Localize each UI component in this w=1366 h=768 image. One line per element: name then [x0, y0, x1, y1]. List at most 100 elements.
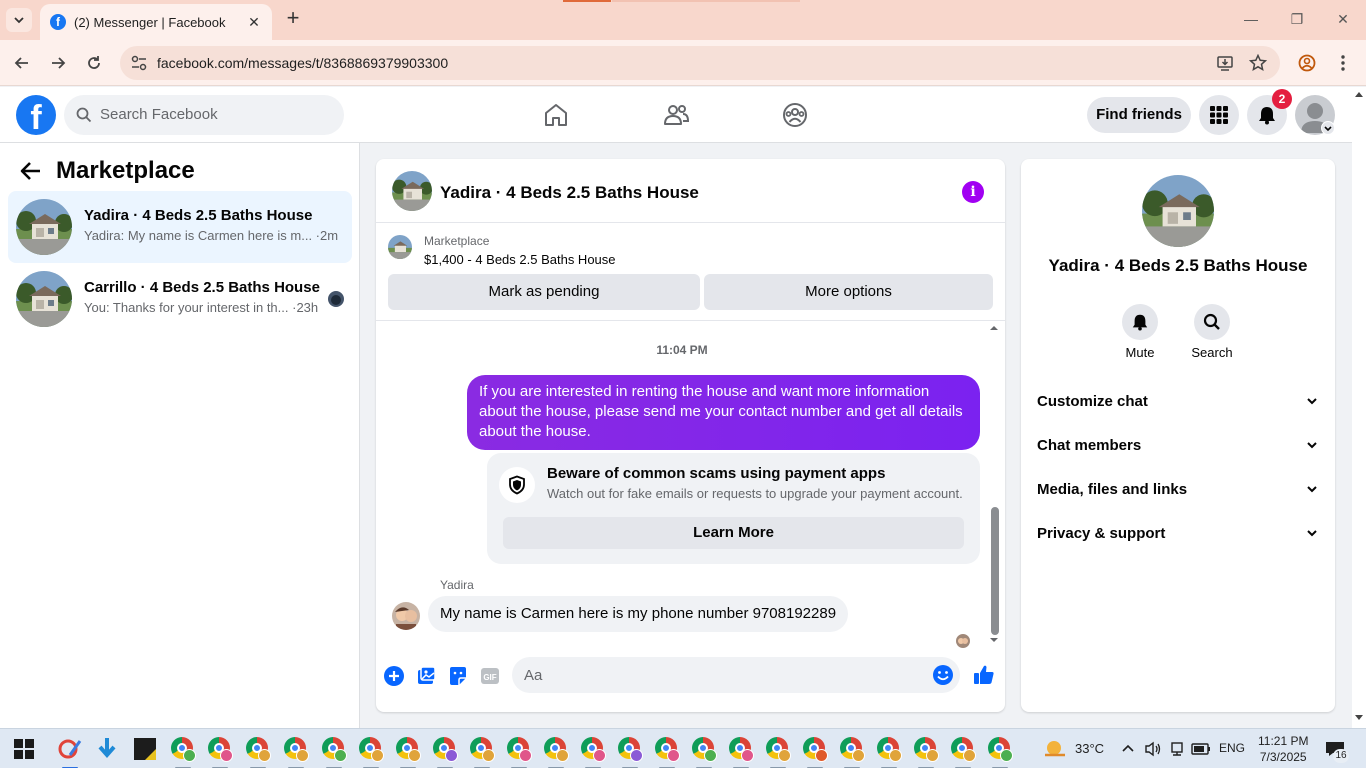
- taskbar-app-paint[interactable]: [56, 735, 84, 768]
- taskbar-chrome[interactable]: [727, 735, 755, 768]
- search-action[interactable]: Search: [1182, 304, 1242, 360]
- weather-temperature[interactable]: 33°C: [1075, 741, 1104, 756]
- facebook-search-input[interactable]: Search Facebook: [64, 95, 344, 135]
- taskbar-chrome[interactable]: [875, 735, 903, 768]
- taskbar-chrome[interactable]: [579, 735, 607, 768]
- sticker-icon[interactable]: [447, 665, 469, 687]
- more-options-button[interactable]: More options: [704, 274, 993, 310]
- taskbar-chrome[interactable]: [206, 735, 234, 768]
- taskbar-chrome[interactable]: [431, 735, 459, 768]
- taskbar-chrome[interactable]: [838, 735, 866, 768]
- forward-button[interactable]: [45, 50, 71, 76]
- new-tab-button[interactable]: +: [282, 7, 304, 30]
- close-window-button[interactable]: ✕: [1332, 8, 1354, 30]
- scroll-down-arrow-icon[interactable]: [1355, 715, 1363, 721]
- conversation-item[interactable]: Carrillo · 4 Beds 2.5 Baths House You: T…: [8, 263, 352, 335]
- scroll-down-arrow-icon[interactable]: [988, 635, 1000, 645]
- facebook-header: f Search Facebook Find friends: [0, 87, 1366, 143]
- listing-thumbnail[interactable]: [388, 235, 412, 259]
- conversation-item[interactable]: Yadira · 4 Beds 2.5 Baths House Yadira: …: [8, 191, 352, 263]
- taskbar-chrome[interactable]: [244, 735, 272, 768]
- taskbar-chrome[interactable]: [169, 735, 197, 768]
- tab-close-icon[interactable]: ✕: [246, 14, 262, 31]
- house-thumbnail: [16, 271, 72, 327]
- find-friends-button[interactable]: Find friends: [1087, 97, 1191, 133]
- browser-menu-button[interactable]: [1330, 50, 1356, 76]
- customize-chat-row[interactable]: Customize chat: [1021, 379, 1335, 423]
- taskbar-chrome[interactable]: [468, 735, 496, 768]
- taskbar-chrome[interactable]: [801, 735, 829, 768]
- taskbar-chrome[interactable]: [764, 735, 792, 768]
- bookmark-star-icon[interactable]: [1249, 54, 1267, 72]
- install-app-icon[interactable]: [1216, 54, 1234, 72]
- thread-scroll-thumb[interactable]: [991, 507, 999, 635]
- clock-time: 11:21 PM: [1258, 734, 1309, 748]
- taskbar-chrome[interactable]: [986, 735, 1014, 768]
- taskbar-chrome[interactable]: [949, 735, 977, 768]
- taskbar-chrome[interactable]: [282, 735, 310, 768]
- taskbar-clock[interactable]: 11:21 PM 7/3/2025: [1258, 733, 1308, 765]
- menu-button[interactable]: [1199, 95, 1239, 135]
- restore-window-button[interactable]: ❐: [1286, 8, 1308, 30]
- incoming-message[interactable]: My name is Carmen here is my phone numbe…: [428, 596, 849, 632]
- privacy-support-row[interactable]: Privacy & support: [1021, 511, 1335, 555]
- sender-avatar[interactable]: [392, 602, 420, 630]
- media-files-links-row[interactable]: Media, files and links: [1021, 467, 1335, 511]
- home-icon[interactable]: [542, 101, 570, 129]
- groups-icon[interactable]: [781, 101, 809, 129]
- taskbar-chrome[interactable]: [542, 735, 570, 768]
- chevron-up-icon[interactable]: [1121, 743, 1135, 753]
- mute-action[interactable]: Mute: [1110, 304, 1170, 360]
- tab-title: (2) Messenger | Facebook: [74, 14, 226, 30]
- emoji-icon[interactable]: [932, 664, 954, 686]
- friends-icon[interactable]: [662, 101, 690, 129]
- like-icon[interactable]: [972, 663, 996, 687]
- scroll-up-arrow-icon[interactable]: [988, 323, 1000, 333]
- message-input[interactable]: Aa: [512, 657, 960, 693]
- taskbar-chrome[interactable]: [690, 735, 718, 768]
- back-arrow-icon[interactable]: [20, 161, 42, 181]
- address-bar[interactable]: facebook.com/messages/t/8368869379903300: [120, 46, 1280, 80]
- minimize-window-button[interactable]: —: [1240, 8, 1262, 30]
- taskbar-app-notes[interactable]: [131, 735, 159, 763]
- page-scrollbar[interactable]: [1352, 87, 1366, 728]
- network-icon[interactable]: [1169, 741, 1185, 757]
- input-language[interactable]: ENG: [1219, 741, 1245, 755]
- site-settings-icon[interactable]: [130, 54, 148, 72]
- outgoing-message[interactable]: If you are interested in renting the hou…: [467, 375, 980, 450]
- weather-icon[interactable]: [1042, 739, 1068, 759]
- info-icon[interactable]: i: [962, 181, 984, 203]
- mark-as-pending-button[interactable]: Mark as pending: [388, 274, 700, 310]
- plus-icon[interactable]: [383, 665, 405, 687]
- profile-button[interactable]: [1294, 50, 1320, 76]
- learn-more-button[interactable]: Learn More: [503, 517, 964, 549]
- chat-avatar[interactable]: [392, 171, 432, 211]
- facebook-logo[interactable]: f: [16, 95, 56, 135]
- taskbar-chrome[interactable]: [912, 735, 940, 768]
- battery-icon[interactable]: [1191, 742, 1211, 756]
- account-chevron[interactable]: [1321, 121, 1335, 135]
- chat-header: Yadira · 4 Beds 2.5 Baths House i: [376, 159, 1005, 223]
- taskbar-chrome[interactable]: [320, 735, 348, 768]
- info-avatar[interactable]: [1142, 175, 1214, 247]
- gif-icon[interactable]: GIF: [479, 665, 501, 687]
- speaker-icon[interactable]: [1144, 741, 1162, 757]
- browser-tab-messenger[interactable]: f (2) Messenger | Facebook ✕: [40, 4, 272, 40]
- taskbar-chrome[interactable]: [357, 735, 385, 768]
- shield-icon: [499, 467, 535, 503]
- tab-search-button[interactable]: [6, 8, 32, 32]
- scroll-up-arrow-icon[interactable]: [1355, 91, 1363, 97]
- reload-button[interactable]: [81, 50, 107, 76]
- taskbar-chrome[interactable]: [394, 735, 422, 768]
- chat-title[interactable]: Yadira · 4 Beds 2.5 Baths House: [440, 183, 699, 203]
- taskbar-chrome[interactable]: [505, 735, 533, 768]
- scam-warning-description: Watch out for fake emails or requests to…: [547, 486, 963, 501]
- listing-title[interactable]: $1,400 - 4 Beds 2.5 Baths House: [424, 252, 616, 267]
- taskbar-chrome[interactable]: [616, 735, 644, 768]
- taskbar-app-downloads[interactable]: [93, 735, 121, 763]
- back-button[interactable]: [9, 50, 35, 76]
- windows-start-icon[interactable]: [14, 739, 34, 759]
- taskbar-chrome[interactable]: [653, 735, 681, 768]
- chat-members-row[interactable]: Chat members: [1021, 423, 1335, 467]
- image-icon[interactable]: [415, 665, 437, 687]
